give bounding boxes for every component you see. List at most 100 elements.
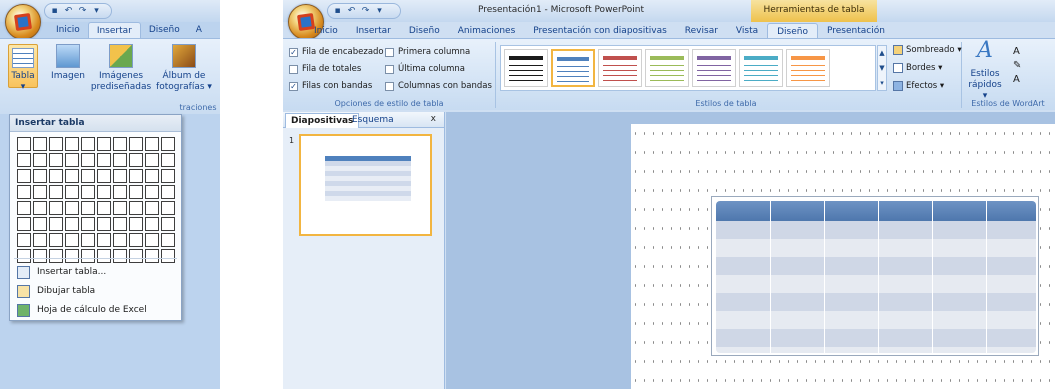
grid-cell[interactable] [81,169,95,183]
grid-cell[interactable] [17,217,31,231]
grid-cell[interactable] [145,137,159,151]
grid-cell[interactable] [145,201,159,215]
grid-cell[interactable] [33,185,47,199]
grid-cell[interactable] [49,153,63,167]
scroll-down-icon[interactable]: ▼ [878,61,886,76]
table-style-swatch[interactable] [551,49,595,87]
grid-cell[interactable] [113,153,127,167]
grid-cell[interactable] [81,153,95,167]
grid-cell[interactable] [145,169,159,183]
grid-cell[interactable] [33,169,47,183]
grid-cell[interactable] [17,249,31,263]
tab-inicio[interactable]: Inicio [48,22,88,39]
grid-cell[interactable] [161,201,175,215]
table-style-swatch[interactable] [739,49,783,87]
grid-cell[interactable] [65,153,79,167]
grid-cell[interactable] [49,233,63,247]
grid-cell[interactable] [65,185,79,199]
undo-icon[interactable]: ↶ [346,6,357,17]
grid-cell[interactable] [97,233,111,247]
redo-icon[interactable]: ↷ [360,6,371,17]
banded-columns-option[interactable]: Columnas con bandas [385,81,492,91]
grid-cell[interactable] [49,185,63,199]
grid-cell[interactable] [49,217,63,231]
close-icon[interactable]: x [431,114,436,124]
grid-cell[interactable] [65,169,79,183]
grid-cell[interactable] [49,201,63,215]
grid-cell[interactable] [81,249,95,263]
grid-cell[interactable] [81,201,95,215]
grid-cell[interactable] [129,185,143,199]
menu-item-excel-sheet[interactable]: Hoja de cálculo de Excel [13,301,178,319]
menu-item-draw-table[interactable]: Dibujar tabla [13,282,178,300]
save-icon[interactable]: ▪ [49,6,60,17]
grid-cell[interactable] [33,153,47,167]
grid-cell[interactable] [65,217,79,231]
grid-cell[interactable] [33,137,47,151]
grid-cell[interactable] [81,217,95,231]
grid-cell[interactable] [97,201,111,215]
grid-cell[interactable] [97,217,111,231]
grid-cell[interactable] [17,233,31,247]
table-style-swatch[interactable] [504,49,548,87]
more-styles-icon[interactable]: ▾ [878,76,886,91]
grid-cell[interactable] [65,249,79,263]
effects-button[interactable]: Efectos ▾ [893,81,944,91]
table-style-swatch[interactable] [692,49,736,87]
text-outline-icon[interactable]: ✎ [1013,59,1033,73]
shading-button[interactable]: Sombreado ▾ [893,45,962,55]
grid-cell[interactable] [113,233,127,247]
grid-cell[interactable] [129,249,143,263]
table-style-swatch[interactable] [598,49,642,87]
grid-cell[interactable] [33,201,47,215]
grid-cell[interactable] [65,137,79,151]
grid-cell[interactable] [129,201,143,215]
scroll-up-icon[interactable]: ▲ [878,46,886,61]
grid-cell[interactable] [113,169,127,183]
grid-cell[interactable] [161,233,175,247]
grid-cell[interactable] [145,249,159,263]
grid-cell[interactable] [65,233,79,247]
grid-cell[interactable] [113,137,127,151]
photo-album-button[interactable]: Álbum de fotografías ▾ [154,44,214,93]
clipart-button[interactable]: Imágenes prediseñadas [90,44,152,93]
grid-cell[interactable] [17,201,31,215]
grid-cell[interactable] [49,137,63,151]
grid-cell[interactable] [17,137,31,151]
last-column-option[interactable]: Última columna [385,64,465,74]
grid-cell[interactable] [81,233,95,247]
customize-dropdown-icon[interactable]: ▾ [91,6,102,17]
grid-cell[interactable] [145,185,159,199]
grid-cell[interactable] [145,153,159,167]
first-column-option[interactable]: Primera columna [385,47,470,57]
grid-cell[interactable] [161,169,175,183]
grid-cell[interactable] [17,185,31,199]
grid-cell[interactable] [129,137,143,151]
slide-thumbnail[interactable]: 1 [289,134,432,236]
grid-cell[interactable] [113,217,127,231]
table-header-row[interactable] [716,201,1036,221]
slide-table[interactable] [711,196,1039,356]
gallery-scroll[interactable]: ▲ ▼ ▾ [877,45,887,91]
grid-cell[interactable] [145,217,159,231]
tab-animaciones[interactable]: A [188,22,210,39]
grid-cell[interactable] [129,233,143,247]
grid-cell[interactable] [161,249,175,263]
table-body[interactable] [716,221,1036,353]
grid-cell[interactable] [129,217,143,231]
header-row-option[interactable]: ✓ Fila de encabezado [289,47,384,57]
grid-cell[interactable] [97,185,111,199]
grid-cell[interactable] [113,201,127,215]
quick-styles-button[interactable]: A Estilos rápidos ▾ [965,40,1005,102]
grid-cell[interactable] [161,137,175,151]
text-effects-icon[interactable]: A [1013,73,1033,87]
save-icon[interactable]: ▪ [332,6,343,17]
grid-cell[interactable] [17,153,31,167]
table-style-swatch[interactable] [786,49,830,87]
total-row-option[interactable]: Fila de totales [289,64,361,74]
redo-icon[interactable]: ↷ [77,6,88,17]
grid-cell[interactable] [17,169,31,183]
grid-cell[interactable] [113,185,127,199]
banded-rows-option[interactable]: ✓ Filas con bandas [289,81,372,91]
grid-cell[interactable] [33,233,47,247]
